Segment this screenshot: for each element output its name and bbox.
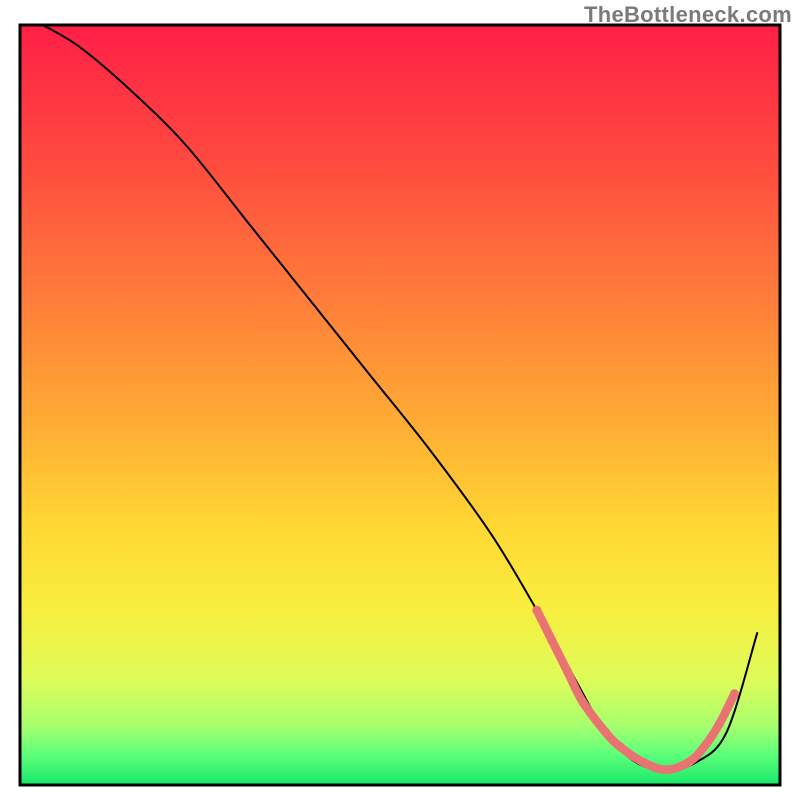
highlight-dot (601, 727, 610, 736)
chart-svg (0, 0, 800, 800)
highlight-dot (730, 689, 739, 698)
highlight-dot (639, 758, 648, 767)
highlight-dot (684, 758, 693, 767)
highlight-dot (563, 667, 572, 676)
plot-area (20, 25, 780, 785)
watermark-text: TheBottleneck.com (584, 2, 792, 28)
gradient-background (20, 25, 780, 785)
highlight-dot (532, 606, 541, 615)
highlight-dot (548, 636, 557, 645)
highlight-dot (715, 720, 724, 729)
chart-stage: TheBottleneck.com (0, 0, 800, 800)
highlight-dot (700, 743, 709, 752)
highlight-dot (662, 765, 671, 774)
highlight-dot (578, 697, 587, 706)
highlight-dot (616, 743, 625, 752)
